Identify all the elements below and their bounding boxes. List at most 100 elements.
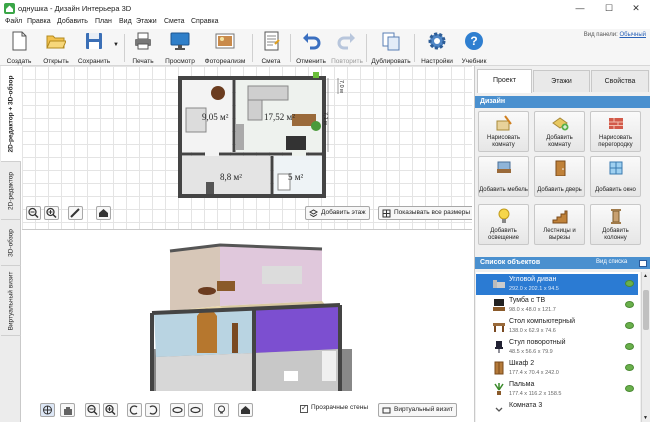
object-list-scrollbar[interactable]: ▲ ▼ xyxy=(641,272,650,422)
preview-button[interactable]: Просмотр xyxy=(164,31,196,65)
pan-mode-button[interactable] xyxy=(60,403,75,417)
menu-floors[interactable]: Этажи xyxy=(136,18,157,25)
scroll-down-icon[interactable]: ▼ xyxy=(643,415,648,421)
tilt-up-button[interactable] xyxy=(170,403,185,417)
desk-3d[interactable] xyxy=(217,281,235,291)
wardrobe[interactable] xyxy=(236,124,244,150)
menu-help[interactable]: Справка xyxy=(191,18,218,25)
list-view-button[interactable]: Вид списка xyxy=(596,259,627,265)
tab-floors[interactable]: Этажи xyxy=(533,70,590,92)
menu-add[interactable]: Добавить xyxy=(57,18,88,25)
plant[interactable] xyxy=(311,121,321,131)
list-view-icon[interactable] xyxy=(639,260,647,267)
scroll-up-icon[interactable]: ▲ xyxy=(643,273,648,279)
sofa-3d[interactable] xyxy=(262,266,302,284)
transparent-walls-checkbox[interactable]: ✓ Прозрачные стены xyxy=(300,404,368,413)
tab-virtual-visit[interactable]: Виртуальный визит xyxy=(1,266,21,336)
add-door-button[interactable]: Добавить дверь xyxy=(534,156,585,197)
tab-2d-editor[interactable]: 2D-редактор xyxy=(1,162,21,220)
redo-button[interactable]: Повторить xyxy=(331,31,363,65)
visibility-eye-icon[interactable] xyxy=(625,364,634,371)
tilt-down-button[interactable] xyxy=(188,403,203,417)
create-button[interactable]: Создать xyxy=(4,31,34,65)
visibility-eye-icon[interactable] xyxy=(625,343,634,350)
door-icon xyxy=(555,160,565,176)
stairs-and-cutouts-button[interactable]: Лестницы и вырезы xyxy=(534,204,585,245)
add-lighting-button[interactable]: Добавить освещение xyxy=(478,204,529,245)
door-3d[interactable] xyxy=(197,308,217,354)
zoom-out-button[interactable] xyxy=(26,206,41,220)
close-button[interactable]: ✕ xyxy=(622,0,650,17)
duplicate-button[interactable]: Дублировать xyxy=(371,31,411,65)
settings-button[interactable]: Настройки xyxy=(420,31,454,65)
show-all-dimensions-button[interactable]: Показывать все размеры xyxy=(378,206,472,220)
estimate-button[interactable]: Смета xyxy=(258,31,284,65)
open-button[interactable]: Открыть xyxy=(40,31,72,65)
tutorial-button[interactable]: ? Учебник xyxy=(458,31,490,65)
save-dropdown-icon[interactable]: ▼ xyxy=(113,42,119,48)
door[interactable] xyxy=(206,182,214,194)
panel-view-link[interactable]: Обычный xyxy=(619,32,646,38)
add-column-button[interactable]: Добавить колонну xyxy=(590,204,641,245)
scrollbar-thumb[interactable] xyxy=(643,290,649,330)
visibility-eye-icon[interactable] xyxy=(625,280,634,287)
tab-2d-and-3d[interactable]: 2D-редактор + 3D-обзор xyxy=(1,66,21,162)
list-item[interactable]: Угловой диван 292.0 x 202.1 x 94.5 xyxy=(476,274,638,295)
corner-sofa[interactable] xyxy=(247,85,289,101)
ruler-button[interactable] xyxy=(68,206,83,220)
virtual-visit-button[interactable]: Виртуальный визит xyxy=(378,403,457,417)
tab-properties[interactable]: Свойства xyxy=(591,70,649,92)
rotate-left-button[interactable] xyxy=(127,403,142,417)
list-item[interactable]: Стул поворотный 48.5 x 56.6 x 79.9 xyxy=(476,337,638,358)
add-room-button[interactable]: Добавить комнату xyxy=(534,111,585,152)
list-item[interactable]: Шкаф 2 177.4 x 70.4 x 242.0 xyxy=(476,358,638,379)
rotate-right-button[interactable] xyxy=(145,403,160,417)
add-floor-button[interactable]: Добавить этаж xyxy=(305,206,370,220)
checkbox-check-icon[interactable]: ✓ xyxy=(300,405,308,413)
list-item[interactable]: Комната 3 xyxy=(476,400,638,421)
tv-stand[interactable] xyxy=(286,136,306,150)
list-item[interactable]: Пальма 177.4 x 116.2 x 158.5 xyxy=(476,379,638,400)
menu-estimate[interactable]: Смета xyxy=(164,18,185,25)
menu-file[interactable]: Файл xyxy=(5,18,22,25)
rotate-mode-button[interactable] xyxy=(40,403,55,417)
menu-plan[interactable]: План xyxy=(95,18,112,25)
photorealism-button[interactable]: Фотореализм xyxy=(204,31,246,65)
zoom-out-3d-button[interactable] xyxy=(85,403,100,417)
undo-button[interactable]: Отменить xyxy=(296,31,326,65)
add-furniture-button[interactable]: Добавить мебель xyxy=(478,156,529,197)
corner-sofa-part[interactable] xyxy=(247,99,263,121)
add-window-button[interactable]: Добавить окно xyxy=(590,156,641,197)
home-view-3d-button[interactable] xyxy=(238,403,253,417)
object-list[interactable]: Угловой диван 292.0 x 202.1 x 94.5 Тумба… xyxy=(476,272,640,422)
draw-room-button[interactable]: Нарисовать комнату xyxy=(478,111,529,152)
lighting-button[interactable] xyxy=(214,403,229,417)
list-item[interactable]: Тумба с ТВ 98.0 x 48.0 x 121.7 xyxy=(476,295,638,316)
visibility-eye-icon[interactable] xyxy=(625,385,634,392)
save-button[interactable]: Сохранить xyxy=(76,31,112,65)
tab-project[interactable]: Проект xyxy=(477,69,532,93)
visibility-eye-icon[interactable] xyxy=(625,322,634,329)
toilet-3d[interactable] xyxy=(284,371,298,381)
resize-handle[interactable] xyxy=(313,72,319,78)
table-3d[interactable] xyxy=(198,287,216,295)
plan-2d-view[interactable]: 9,05 м² 17,52 м² 8,8 м² 5 м² 7,1 м 7,0 м… xyxy=(22,66,472,230)
draw-room-icon xyxy=(496,115,512,131)
coat-rack-3d[interactable] xyxy=(232,323,238,353)
bathtub-3d[interactable] xyxy=(322,351,336,381)
tab-3d-view[interactable]: 3D-обзор xyxy=(1,220,21,266)
home-view-button[interactable] xyxy=(96,206,111,220)
draw-partition-button[interactable]: Нарисовать перегородку xyxy=(590,111,641,152)
view-3d[interactable]: Виртуальный визит xyxy=(22,231,472,422)
visibility-eye-icon[interactable] xyxy=(625,301,634,308)
house-3d-model[interactable] xyxy=(22,231,472,422)
table[interactable] xyxy=(211,86,225,100)
maximize-button[interactable]: ☐ xyxy=(595,0,623,17)
zoom-in-3d-button[interactable] xyxy=(103,403,118,417)
menu-view[interactable]: Вид xyxy=(119,18,132,25)
zoom-in-button[interactable] xyxy=(44,206,59,220)
minimize-button[interactable]: — xyxy=(566,0,594,17)
list-item[interactable]: Стол компьютерный 138.0 x 62.9 x 74.6 xyxy=(476,316,638,337)
print-button[interactable]: Печать xyxy=(129,31,157,65)
menu-edit[interactable]: Правка xyxy=(27,18,51,25)
